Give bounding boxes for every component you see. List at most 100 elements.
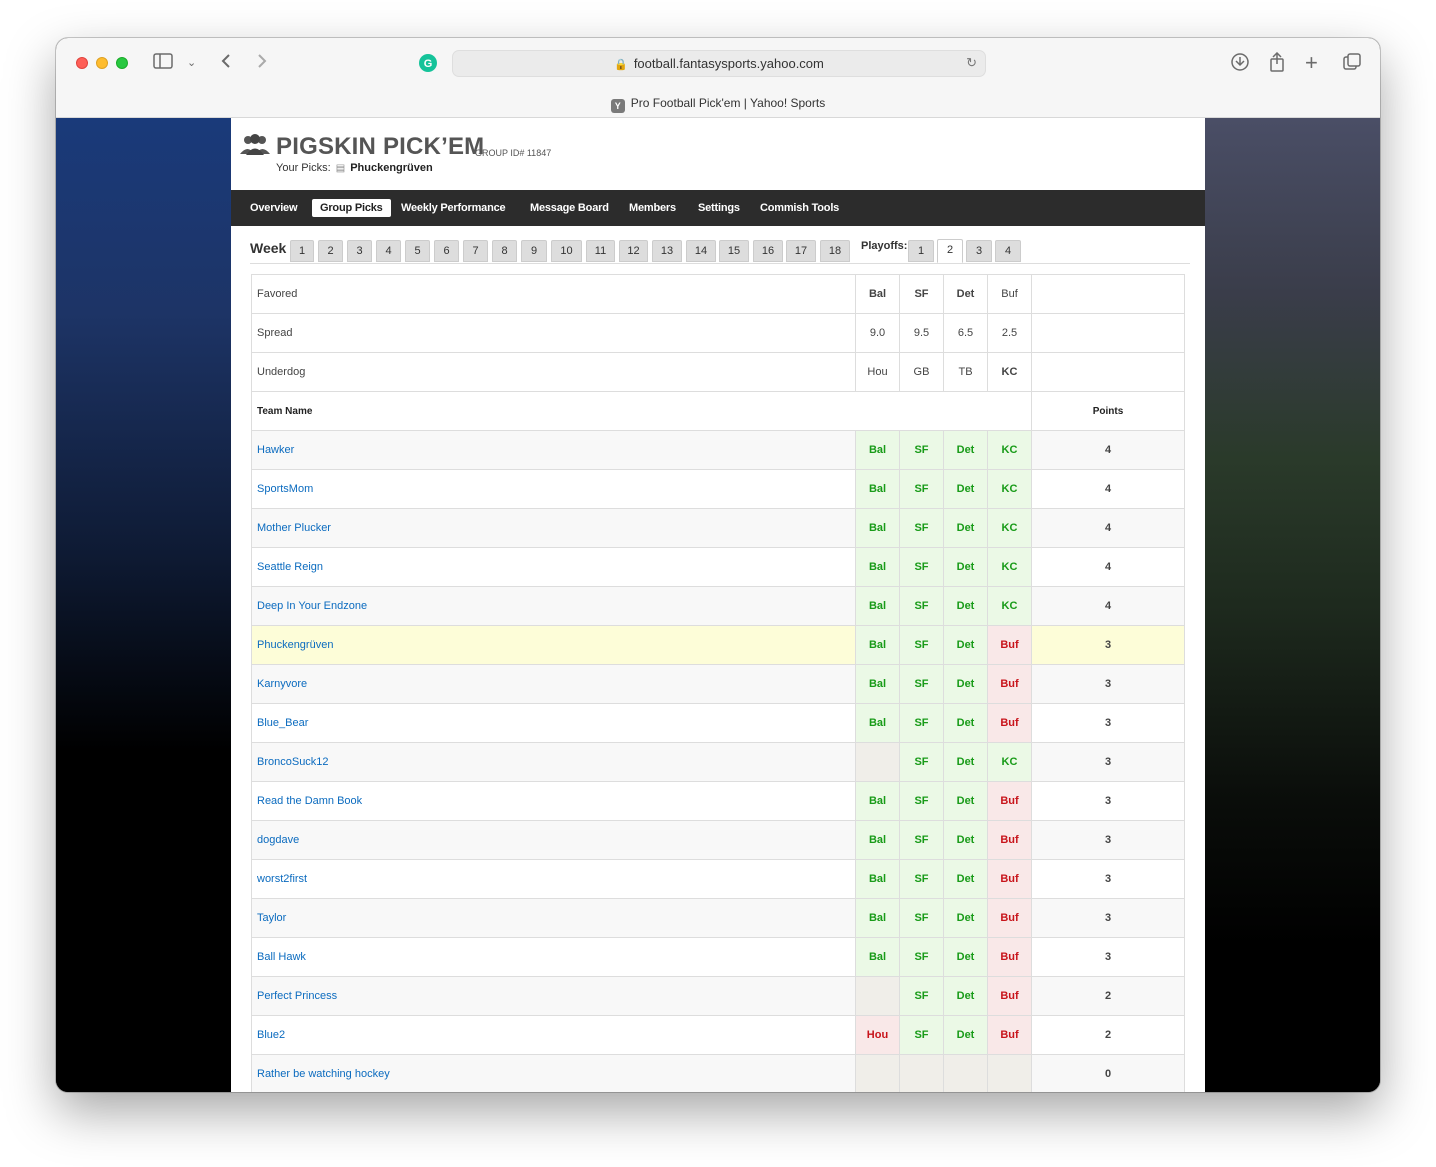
week-tab[interactable]: 12 (619, 240, 648, 262)
week-tab[interactable]: 2 (318, 240, 343, 262)
nav-commish-tools[interactable]: Commish Tools (760, 199, 839, 217)
playoff-week-tab[interactable]: 3 (966, 240, 992, 262)
team-link[interactable]: Ball Hawk (257, 951, 306, 963)
table-row: Taylor Bal SF Det Buf 3 (251, 898, 1185, 938)
team-link[interactable]: worst2first (257, 873, 307, 885)
browser-toolbar: ⌄ G 🔒 football.fantasysports.yahoo.com ↻ … (56, 38, 1380, 118)
points-cell: 3 (1031, 781, 1185, 821)
pick-cell: Det (943, 547, 988, 587)
page-content: PIGSKIN PICK’EM GROUP ID# 11847 Your Pic… (231, 118, 1205, 1092)
league-nav: Overview Group Picks Weekly Performance … (231, 190, 1205, 226)
playoff-week-tab[interactable]: 4 (995, 240, 1021, 262)
nav-weekly-performance[interactable]: Weekly Performance (401, 199, 506, 217)
nav-overview[interactable]: Overview (250, 199, 298, 217)
points-cell: 4 (1031, 586, 1185, 626)
pick-cell: Buf (987, 781, 1032, 821)
team-link[interactable]: Read the Damn Book (257, 795, 362, 807)
stadium-background-left (56, 118, 231, 1092)
table-row: Phuckengrüven Bal SF Det Buf 3 (251, 625, 1185, 665)
pick-cell: SF (899, 469, 944, 509)
your-team-link[interactable]: Phuckengrüven (350, 162, 433, 174)
team-name-cell: Hawker (251, 430, 856, 470)
week-tab[interactable]: 4 (376, 240, 401, 262)
grammarly-extension-icon[interactable]: G (419, 54, 437, 77)
week-tab[interactable]: 14 (686, 240, 716, 262)
week-tab[interactable]: 9 (521, 240, 547, 262)
pick-cell (899, 1054, 944, 1092)
address-bar[interactable]: 🔒 football.fantasysports.yahoo.com ↻ (452, 50, 986, 77)
week-tab[interactable]: 18 (820, 240, 850, 262)
team-link[interactable]: Seattle Reign (257, 561, 323, 573)
sidebar-toggle-icon[interactable] (153, 52, 173, 75)
week-tab[interactable]: 17 (786, 240, 816, 262)
pick-cell: KC (987, 742, 1032, 782)
pick-cell (855, 1054, 900, 1092)
underdog-row: Underdog Hou GB TB KC (251, 352, 1185, 392)
downloads-icon[interactable] (1230, 52, 1250, 77)
team-link[interactable]: Karnyvore (257, 678, 307, 690)
nav-message-board[interactable]: Message Board (530, 199, 609, 217)
week-tab[interactable]: 5 (405, 240, 430, 262)
team-link[interactable]: Taylor (257, 912, 286, 924)
points-cell: 4 (1031, 508, 1185, 548)
week-tab[interactable]: 13 (652, 240, 682, 262)
pick-cell: Buf (987, 664, 1032, 704)
share-icon[interactable] (1268, 51, 1286, 77)
week-tab[interactable]: 8 (492, 240, 517, 262)
team-link[interactable]: BroncoSuck12 (257, 756, 329, 768)
pick-cell: Det (943, 664, 988, 704)
reload-icon[interactable]: ↻ (966, 55, 977, 71)
new-tab-icon[interactable]: + (1305, 52, 1318, 74)
chevron-down-icon[interactable]: ⌄ (187, 52, 196, 74)
table-row: Hawker Bal SF Det KC 4 (251, 430, 1185, 470)
nav-group-picks[interactable]: Group Picks (312, 199, 391, 217)
team-link[interactable]: Blue2 (257, 1029, 285, 1041)
team-link[interactable]: Deep In Your Endzone (257, 600, 367, 612)
pick-cell: Bal (855, 664, 900, 704)
table-row: Deep In Your Endzone Bal SF Det KC 4 (251, 586, 1185, 626)
team-link[interactable]: Blue_Bear (257, 717, 308, 729)
minimize-window-button[interactable] (96, 57, 108, 69)
week-tab[interactable]: 15 (719, 240, 749, 262)
nav-members[interactable]: Members (629, 199, 676, 217)
team-name-cell: Ball Hawk (251, 937, 856, 977)
lock-icon: 🔒 (614, 59, 628, 71)
playoff-week-tab-active[interactable]: 2 (937, 239, 963, 263)
week-tab[interactable]: 11 (586, 240, 615, 262)
playoff-week-tab[interactable]: 1 (908, 240, 934, 262)
week-tab[interactable]: 6 (434, 240, 459, 262)
team-link[interactable]: Perfect Princess (257, 990, 337, 1002)
week-tab[interactable]: 10 (551, 240, 582, 262)
zoom-window-button[interactable] (116, 57, 128, 69)
team-link[interactable]: dogdave (257, 834, 299, 846)
close-window-button[interactable] (76, 57, 88, 69)
group-id: GROUP ID# 11847 (475, 148, 552, 158)
points-cell: 0 (1031, 1054, 1185, 1092)
favored-label: Favored (251, 274, 856, 314)
nav-settings[interactable]: Settings (698, 199, 740, 217)
team-link[interactable]: Rather be watching hockey (257, 1068, 390, 1080)
team-link[interactable]: SportsMom (257, 483, 313, 495)
team-link[interactable]: Mother Plucker (257, 522, 331, 534)
pick-cell: KC (987, 508, 1032, 548)
pick-cell: Buf (987, 898, 1032, 938)
back-arrow-icon[interactable] (220, 52, 232, 75)
active-tab[interactable]: Y Pro Football Pick'em | Yahoo! Sports (56, 96, 1380, 113)
pick-cell: KC (987, 469, 1032, 509)
pick-cell: Bal (855, 430, 900, 470)
points-cell: 3 (1031, 703, 1185, 743)
week-tab[interactable]: 16 (753, 240, 783, 262)
team-link[interactable]: Hawker (257, 444, 294, 456)
team-name-cell: Seattle Reign (251, 547, 856, 587)
your-picks: Your Picks: ▤ Phuckengrüven (276, 162, 433, 174)
tab-overview-icon[interactable] (1342, 52, 1362, 77)
pick-cell: Bal (855, 625, 900, 665)
week-tab[interactable]: 7 (463, 240, 488, 262)
week-tab[interactable]: 1 (290, 240, 314, 262)
team-name-cell: Karnyvore (251, 664, 856, 704)
table-header-row: Team Name Points (251, 391, 1185, 431)
table-row: Read the Damn Book Bal SF Det Buf 3 (251, 781, 1185, 821)
forward-arrow-icon[interactable] (256, 52, 268, 75)
week-tab[interactable]: 3 (347, 240, 372, 262)
team-link[interactable]: Phuckengrüven (257, 639, 333, 651)
